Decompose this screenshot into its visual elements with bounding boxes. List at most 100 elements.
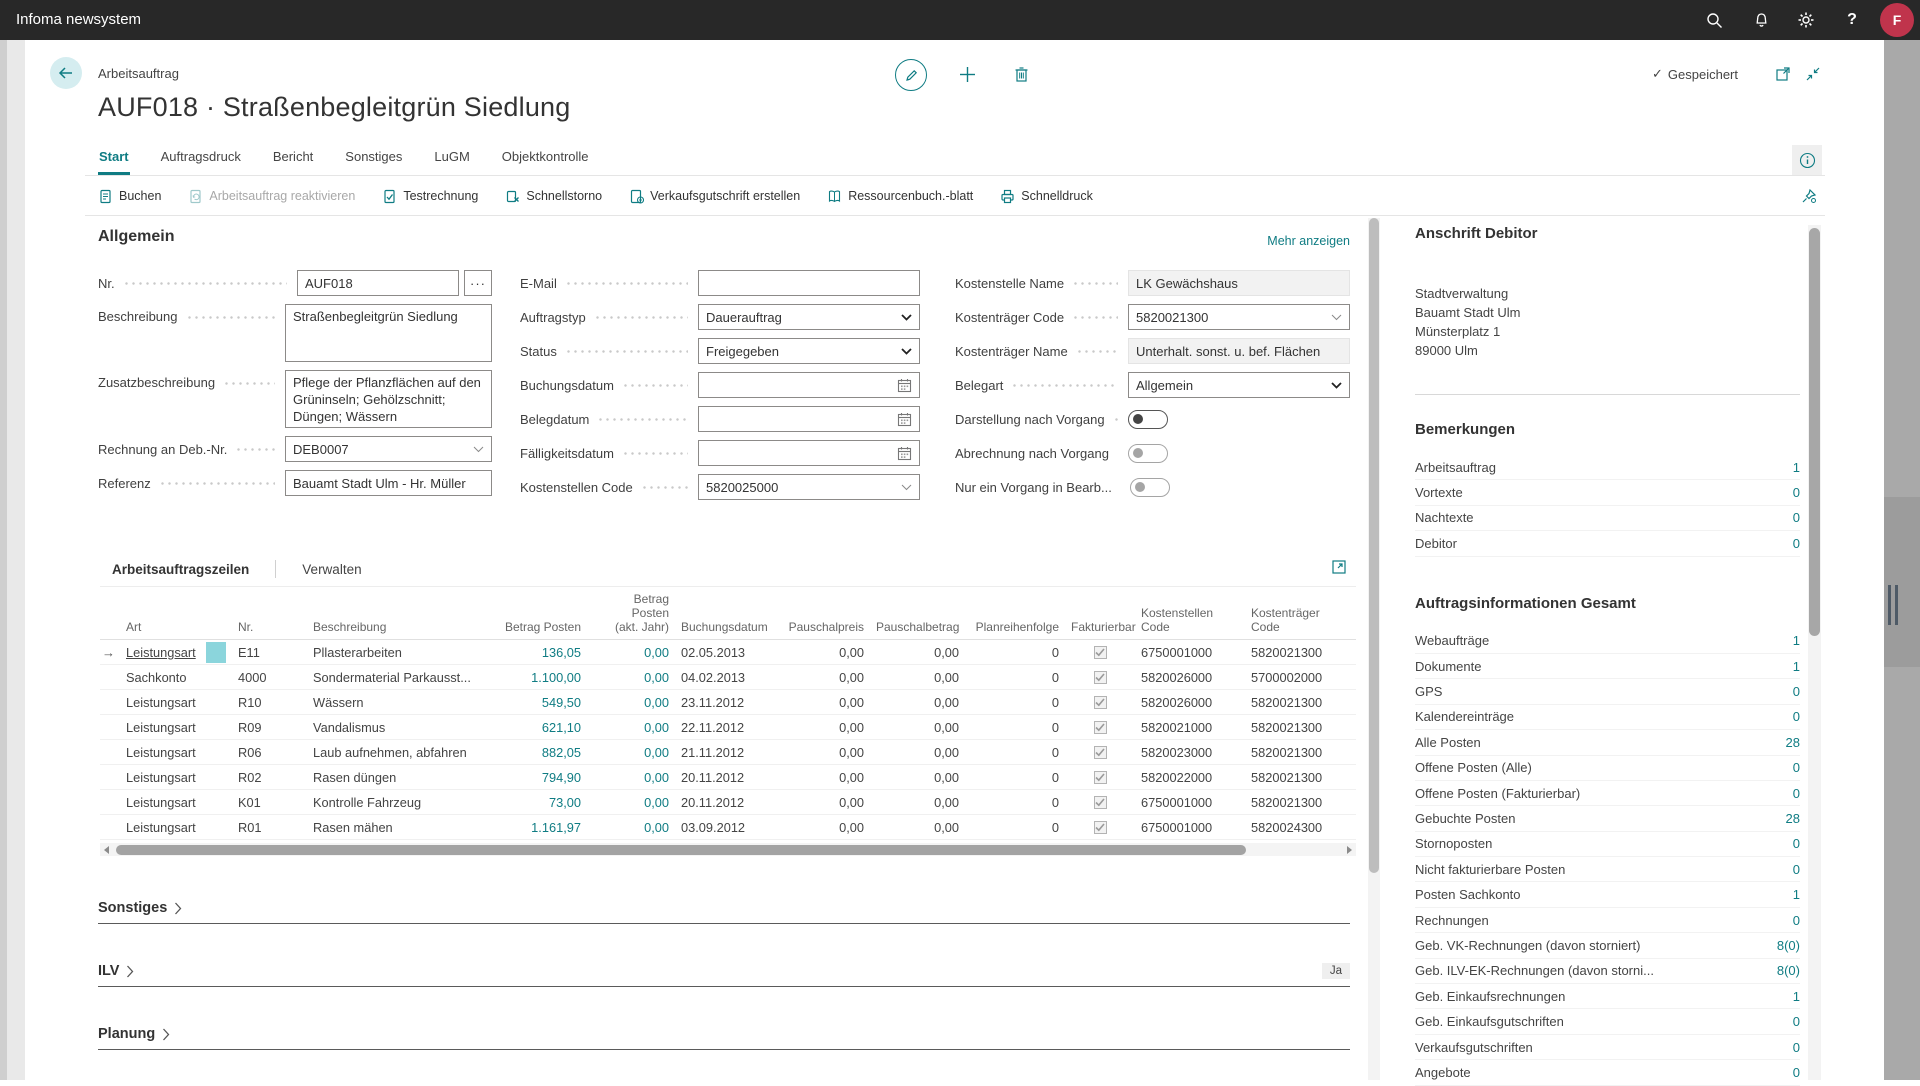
cell-planreihenfolge[interactable]: 0	[965, 645, 1065, 660]
col-header-planreihenfolge[interactable]: Planreihenfolge	[965, 620, 1065, 634]
cell-kostenstellen-code[interactable]: 5820023000	[1135, 745, 1245, 760]
cell-betrag-posten[interactable]: 1.161,97	[492, 820, 587, 835]
cue-item-geb-einkaufsgutschriften[interactable]: Geb. Einkaufsgutschriften0	[1415, 1009, 1800, 1034]
cell-nr[interactable]: R06	[232, 745, 307, 760]
cue-item-gps[interactable]: GPS0	[1415, 679, 1800, 704]
col-header-kostenstellen-code[interactable]: KostenstellenCode	[1135, 606, 1245, 634]
cue-item-geb-vk-rechnungen-davon-storniert[interactable]: Geb. VK-Rechnungen (davon storniert)8(0)	[1415, 933, 1800, 958]
scroll-right-arrow-icon[interactable]	[1347, 846, 1352, 854]
cell-kostentraeger-code[interactable]: 5820021300	[1245, 695, 1355, 710]
cue-item-dokumente[interactable]: Dokumente1	[1415, 654, 1800, 679]
cell-planreihenfolge[interactable]: 0	[965, 695, 1065, 710]
table-horizontal-scrollbar[interactable]	[100, 843, 1356, 856]
cell-pauschalbetrag[interactable]: 0,00	[870, 670, 965, 685]
cue-item-debitor[interactable]: Debitor0	[1415, 531, 1800, 556]
action-testrechnung[interactable]: Testrechnung	[382, 189, 478, 204]
cue-item-posten-sachkonto[interactable]: Posten Sachkonto1	[1415, 882, 1800, 907]
cell-betrag-posten[interactable]: 136,05	[492, 645, 587, 660]
cue-value[interactable]: 0	[1793, 786, 1800, 801]
referenz-input[interactable]	[285, 470, 492, 496]
cell-kostentraeger-code[interactable]: 5820024300	[1245, 820, 1355, 835]
cell-kostentraeger-code[interactable]: 5700002000	[1245, 670, 1355, 685]
cell-pauschalpreis[interactable]: 0,00	[770, 695, 870, 710]
kostentraeger-code-combobox[interactable]: 5820021300	[1128, 304, 1350, 330]
cell-kostenstellen-code[interactable]: 5820026000	[1135, 695, 1245, 710]
cell-beschreibung[interactable]: Rasen mähen	[307, 820, 492, 835]
cell-nr[interactable]: R09	[232, 720, 307, 735]
cell-pauschalbetrag[interactable]: 0,00	[870, 695, 965, 710]
action-schnelldruck[interactable]: Schnelldruck	[1000, 189, 1093, 204]
cell-buchungsdatum[interactable]: 22.11.2012	[675, 720, 770, 735]
beschreibung-textarea[interactable]: Straßenbegleitgrün Siedlung	[285, 304, 492, 362]
table-row[interactable]: LeistungsartR06Laub aufnehmen, abfahren8…	[100, 740, 1356, 765]
col-header-art[interactable]: Art	[120, 620, 232, 634]
cell-kostentraeger-code[interactable]: 5820021300	[1245, 770, 1355, 785]
table-row[interactable]: LeistungsartR02Rasen düngen794,900,0020.…	[100, 765, 1356, 790]
cell-art[interactable]: Leistungsart	[120, 642, 232, 663]
cell-art[interactable]: Leistungsart	[120, 795, 232, 810]
cell-nr[interactable]: K01	[232, 795, 307, 810]
cue-value[interactable]: 0	[1793, 684, 1800, 699]
scroll-left-arrow-icon[interactable]	[104, 846, 109, 854]
cell-betrag-akt-jahr[interactable]: 0,00	[587, 795, 675, 810]
cell-pauschalbetrag[interactable]: 0,00	[870, 820, 965, 835]
action-buchen[interactable]: Buchen	[98, 189, 161, 204]
info-icon[interactable]	[1792, 145, 1822, 175]
cue-item-webaufträge[interactable]: Webaufträge1	[1415, 629, 1800, 654]
lines-part-title[interactable]: Arbeitsauftragszeilen	[112, 562, 249, 577]
cell-pauschalbetrag[interactable]: 0,00	[870, 645, 965, 660]
cue-item-offene-posten-fakturierbar[interactable]: Offene Posten (Fakturierbar)0	[1415, 781, 1800, 806]
darstellung-nach-vorgang-toggle[interactable]	[1128, 410, 1168, 429]
factbox-heading-bemerkungen[interactable]: Bemerkungen	[1415, 421, 1800, 438]
cell-pauschalbetrag[interactable]: 0,00	[870, 745, 965, 760]
cell-pauschalbetrag[interactable]: 0,00	[870, 720, 965, 735]
factbox-heading-anschrift[interactable]: Anschrift Debitor	[1415, 225, 1800, 242]
lines-manage-menu[interactable]: Verwalten	[302, 562, 361, 577]
section-heading-planung[interactable]: Planung	[98, 1026, 1350, 1050]
cue-value[interactable]: 1	[1793, 989, 1800, 1004]
cue-item-arbeitsauftrag[interactable]: Arbeitsauftrag1	[1415, 455, 1800, 480]
cue-value[interactable]: 0	[1793, 1040, 1800, 1055]
cue-value[interactable]: 1	[1793, 460, 1800, 475]
cue-value[interactable]: 0	[1793, 1065, 1800, 1080]
cell-nr[interactable]: 4000	[232, 670, 307, 685]
cell-pauschalpreis[interactable]: 0,00	[770, 795, 870, 810]
cue-item-nicht-fakturierbare-posten[interactable]: Nicht fakturierbare Posten0	[1415, 857, 1800, 882]
col-header-kostentraeger-code[interactable]: KostenträgerCode	[1245, 606, 1355, 634]
new-plus-button[interactable]	[952, 59, 982, 89]
table-row[interactable]: LeistungsartR01Rasen mähen1.161,970,0003…	[100, 815, 1356, 840]
cue-value[interactable]: 0	[1793, 913, 1800, 928]
cue-item-gebuchte-posten[interactable]: Gebuchte Posten28	[1415, 806, 1800, 831]
email-input[interactable]	[698, 270, 920, 296]
rechnung-an-deb-nr-combobox[interactable]: DEB0007	[285, 436, 492, 462]
cell-art[interactable]: Leistungsart	[120, 720, 232, 735]
cue-item-kalendereinträge[interactable]: Kalendereinträge0	[1415, 705, 1800, 730]
cell-betrag-akt-jahr[interactable]: 0,00	[587, 645, 675, 660]
cue-item-geb-einkaufsrechnungen[interactable]: Geb. Einkaufsrechnungen1	[1415, 984, 1800, 1009]
cell-pauschalpreis[interactable]: 0,00	[770, 645, 870, 660]
cue-value[interactable]: 0	[1793, 1014, 1800, 1029]
cell-art[interactable]: Sachkonto	[120, 670, 232, 685]
cue-value[interactable]: 0	[1793, 510, 1800, 525]
breadcrumb[interactable]: Arbeitsauftrag	[98, 66, 179, 81]
open-in-new-window-icon[interactable]	[1768, 59, 1798, 89]
cue-item-vortexte[interactable]: Vortexte0	[1415, 480, 1800, 505]
cell-nr[interactable]: R01	[232, 820, 307, 835]
cell-planreihenfolge[interactable]: 0	[965, 670, 1065, 685]
cell-buchungsdatum[interactable]: 21.11.2012	[675, 745, 770, 760]
cue-value[interactable]: 8(0)	[1777, 938, 1800, 953]
zusatzbeschreibung-textarea[interactable]: Pflege der Pflanzflächen auf den Grünins…	[285, 370, 492, 428]
cue-item-rechnungen[interactable]: Rechnungen0	[1415, 908, 1800, 933]
tab-start[interactable]: Start	[98, 147, 130, 175]
main-vertical-scrollbar[interactable]	[1368, 218, 1380, 1080]
cell-kostenstellen-code[interactable]: 5820021000	[1135, 720, 1245, 735]
cell-betrag-akt-jahr[interactable]: 0,00	[587, 820, 675, 835]
cell-nr[interactable]: E11	[232, 645, 307, 660]
buchungsdatum-datefield[interactable]	[698, 372, 920, 398]
cell-buchungsdatum[interactable]: 20.11.2012	[675, 770, 770, 785]
cue-value[interactable]: 28	[1786, 735, 1800, 750]
show-more-link[interactable]: Mehr anzeigen	[1230, 234, 1350, 248]
cue-item-nachtexte[interactable]: Nachtexte0	[1415, 506, 1800, 531]
cell-buchungsdatum[interactable]: 03.09.2012	[675, 820, 770, 835]
status-select[interactable]: Freigegeben	[698, 338, 920, 364]
